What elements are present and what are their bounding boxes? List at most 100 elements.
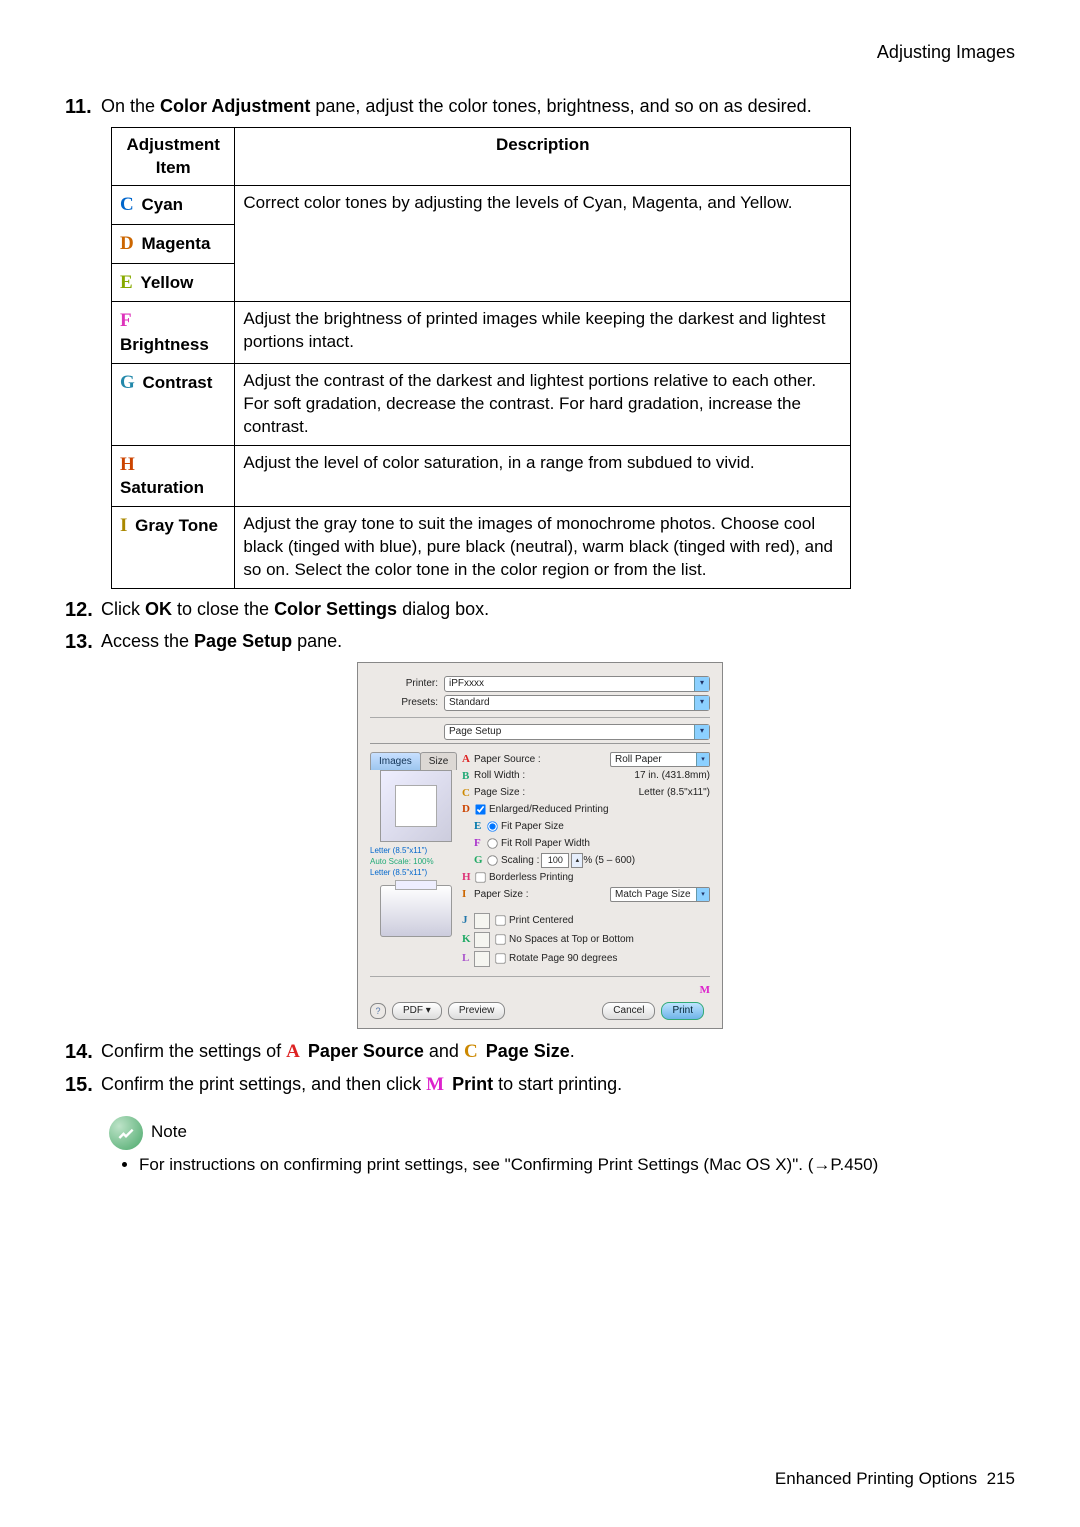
printer-label: Printer: bbox=[370, 677, 438, 691]
step-13: 13. Access the Page Setup pane. bbox=[65, 629, 1015, 653]
chevron-down-icon: ▾ bbox=[694, 725, 709, 739]
label: Magenta bbox=[141, 234, 210, 253]
adjustment-table: Adjustment ItemDescription C Cyan Correc… bbox=[111, 127, 851, 590]
label: Brightness bbox=[120, 335, 209, 354]
cell-brightness: F Brightness bbox=[112, 302, 235, 364]
nospaces-icon bbox=[474, 932, 490, 948]
cancel-button[interactable]: Cancel bbox=[602, 1002, 655, 1020]
cell-brightness-desc: Adjust the brightness of printed images … bbox=[235, 302, 851, 364]
centered-icon bbox=[474, 913, 490, 929]
cell-saturation: H Saturation bbox=[112, 445, 235, 507]
roll-width-label: Roll Width : bbox=[474, 769, 634, 783]
letter-c: C bbox=[464, 1041, 478, 1062]
bold: Page Size bbox=[486, 1041, 570, 1061]
step-14: 14. Confirm the settings of A Paper Sour… bbox=[65, 1039, 1015, 1065]
letter-f: F bbox=[474, 836, 484, 851]
bold: OK bbox=[145, 599, 172, 619]
roll-width-value: 17 in. (431.8mm) bbox=[634, 769, 710, 783]
note-item: For instructions on confirming print set… bbox=[139, 1154, 1015, 1177]
pdf-button[interactable]: PDF ▾ bbox=[392, 1002, 442, 1020]
scaling-suffix: % (5 – 600) bbox=[583, 854, 635, 868]
value: Match Page Size bbox=[615, 888, 691, 902]
letter-l: L bbox=[462, 951, 472, 966]
cell-cyan: C Cyan bbox=[112, 186, 235, 225]
letter-i: I bbox=[120, 515, 127, 536]
letter-i: I bbox=[462, 887, 472, 902]
paper-source-select[interactable]: Roll Paper▾ bbox=[610, 752, 710, 767]
cell-cmy-desc: Correct color tones by adjusting the lev… bbox=[235, 186, 851, 302]
stepper-icon[interactable]: ▴ bbox=[571, 853, 583, 868]
printer-select[interactable]: iPFxxxx▾ bbox=[444, 676, 710, 692]
rotate-checkbox[interactable] bbox=[495, 954, 505, 964]
step-12: 12. Click OK to close the Color Settings… bbox=[65, 597, 1015, 621]
enlarged-checkbox[interactable] bbox=[475, 805, 485, 815]
chevron-down-icon: ▾ bbox=[696, 888, 709, 901]
step-15: 15. Confirm the print settings, and then… bbox=[65, 1072, 1015, 1098]
rotate-label: Rotate Page 90 degrees bbox=[509, 952, 617, 966]
preview-button[interactable]: Preview bbox=[448, 1002, 506, 1020]
letter-a: A bbox=[286, 1041, 300, 1062]
th-desc: Description bbox=[235, 127, 851, 186]
label: Gray Tone bbox=[135, 516, 218, 535]
letter-a: A bbox=[462, 752, 472, 767]
presets-select[interactable]: Standard▾ bbox=[444, 695, 710, 711]
text: and bbox=[424, 1041, 464, 1061]
label: Cyan bbox=[141, 195, 183, 214]
presets-value: Standard bbox=[449, 696, 490, 710]
step-11: 11. On the Color Adjustment pane, adjust… bbox=[65, 94, 1015, 118]
bold: Paper Source bbox=[308, 1041, 424, 1061]
pane-select[interactable]: Page Setup ▾ bbox=[444, 724, 710, 740]
letter-j: J bbox=[462, 913, 472, 928]
presets-label: Presets: bbox=[370, 696, 438, 710]
no-spaces-label: No Spaces at Top or Bottom bbox=[509, 933, 634, 947]
value: Roll Paper bbox=[615, 753, 662, 767]
footer-text: Enhanced Printing Options bbox=[775, 1469, 977, 1488]
scaling-label: Scaling : bbox=[501, 854, 539, 868]
note-block: Note For instructions on confirming prin… bbox=[109, 1116, 1015, 1177]
help-button[interactable]: ? bbox=[370, 1003, 386, 1019]
cell-magenta: D Magenta bbox=[112, 225, 235, 264]
print-button[interactable]: Print bbox=[661, 1002, 704, 1020]
letter-e: E bbox=[120, 272, 133, 293]
page-footer: Enhanced Printing Options 215 bbox=[775, 1468, 1015, 1491]
print-centered-checkbox[interactable] bbox=[495, 916, 505, 926]
text: Confirm the settings of bbox=[101, 1041, 286, 1061]
borderless-checkbox[interactable] bbox=[475, 872, 485, 882]
text: to start printing. bbox=[493, 1074, 622, 1094]
text: Access the bbox=[101, 631, 194, 651]
pane-value: Page Setup bbox=[449, 725, 501, 739]
th-item: Adjustment Item bbox=[112, 127, 235, 186]
letter-m: M bbox=[700, 984, 710, 996]
text: Confirm the print settings, and then cli… bbox=[101, 1074, 426, 1094]
bold: Color Settings bbox=[274, 599, 397, 619]
text: dialog box. bbox=[397, 599, 489, 619]
printer-illustration bbox=[380, 885, 452, 937]
no-spaces-checkbox[interactable] bbox=[495, 935, 505, 945]
cell-graytone: I Gray Tone bbox=[112, 507, 235, 589]
letter-b: B bbox=[462, 769, 472, 784]
cell-contrast-desc: Adjust the contrast of the darkest and l… bbox=[235, 363, 851, 445]
fit-paper-radio[interactable] bbox=[487, 822, 497, 832]
text: On the bbox=[101, 96, 160, 116]
paper-size-label: Paper Size : bbox=[474, 888, 606, 902]
scaling-radio[interactable] bbox=[487, 855, 497, 865]
text: . bbox=[570, 1041, 575, 1061]
page-size-value: Letter (8.5"x11") bbox=[639, 786, 710, 800]
left-text: Letter (8.5"x11") bbox=[370, 846, 462, 857]
preview-thumb bbox=[380, 770, 452, 842]
rotate-icon bbox=[474, 951, 490, 967]
text: to close the bbox=[172, 599, 274, 619]
label: Contrast bbox=[143, 373, 213, 392]
fit-roll-radio[interactable] bbox=[487, 838, 497, 848]
scaling-input[interactable]: 100 bbox=[541, 853, 569, 868]
letter-h: H bbox=[120, 454, 135, 475]
paper-size-select[interactable]: Match Page Size ▾ bbox=[610, 887, 710, 902]
label: Yellow bbox=[140, 273, 193, 292]
note-icon bbox=[109, 1116, 143, 1150]
tab-size[interactable]: Size bbox=[420, 752, 457, 771]
tab-images[interactable]: Images bbox=[370, 752, 421, 771]
chevron-down-icon: ▾ bbox=[694, 677, 709, 691]
note-title: Note bbox=[151, 1121, 187, 1144]
page-number: 215 bbox=[987, 1469, 1015, 1488]
left-text: Letter (8.5"x11") bbox=[370, 868, 462, 879]
